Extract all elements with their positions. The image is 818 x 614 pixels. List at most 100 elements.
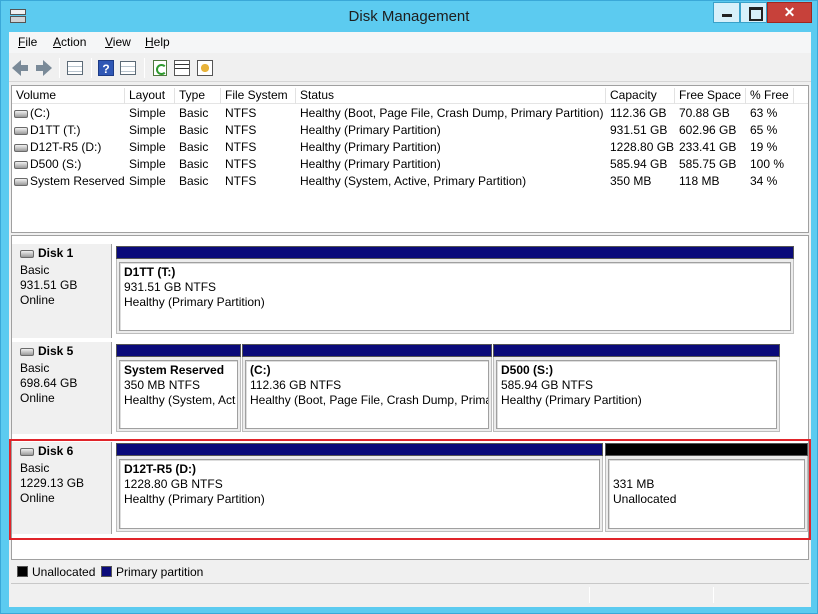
col-percent-free[interactable]: % Free [746, 88, 794, 104]
col-capacity[interactable]: Capacity [606, 88, 675, 104]
unallocated-label: Unallocated [613, 492, 677, 506]
title-bar[interactable]: Disk Management ✕ [1, 1, 817, 32]
hard-disk-icon [20, 250, 34, 258]
partition-size: 350 MB NTFS [124, 378, 201, 392]
primary-partition-bar [493, 344, 780, 357]
disk-status: Online [20, 491, 55, 505]
unallocated-swatch [17, 566, 28, 577]
volume-list[interactable]: Volume Layout Type File System Status Ca… [11, 85, 809, 233]
partition-status: Healthy (Primary Partition) [124, 295, 265, 309]
drive-icon [14, 144, 28, 152]
col-file-system[interactable]: File System [221, 88, 296, 104]
volume-list-header: Volume Layout Type File System Status Ca… [12, 86, 808, 104]
volume-cell-volume: D12T-R5 (D:) [30, 140, 102, 154]
disk-name: Disk 5 [38, 344, 74, 358]
disk-info[interactable]: Disk 5 Basic 698.64 GB Online [12, 342, 112, 434]
volume-cell-layout: Simple [129, 123, 166, 137]
volume-cell-layout: Simple [129, 157, 166, 171]
volume-cell-free-space: 118 MB [679, 174, 720, 188]
status-bar [11, 583, 809, 605]
partition-d12t-r5[interactable]: D12T-R5 (D:) 1228.80 GB NTFS Healthy (Pr… [116, 443, 603, 532]
disk-status: Online [20, 293, 55, 307]
volume-row[interactable]: (C:) Simple Basic NTFS Healthy (Boot, Page F… [12, 105, 808, 122]
help-icon[interactable]: ? [97, 59, 115, 77]
col-free-space[interactable]: Free Space [675, 88, 746, 104]
disk-type: Basic [20, 361, 50, 375]
window-title: Disk Management [348, 8, 470, 25]
minimize-button[interactable] [713, 2, 740, 23]
partition-label: (C:) [250, 363, 271, 377]
close-icon: ✕ [783, 4, 796, 20]
unallocated-space[interactable]: 331 MB Unallocated [605, 443, 808, 532]
primary-partition-bar [116, 443, 603, 456]
disk-type: Basic [20, 263, 50, 277]
volume-list-icon[interactable] [66, 59, 84, 77]
volume-cell-volume: (C:) [30, 106, 50, 120]
volume-cell-file-system: NTFS [225, 140, 257, 154]
properties-icon[interactable] [173, 59, 191, 77]
partition-c[interactable]: (C:) 112.36 GB NTFS Healthy (Boot, Page … [242, 344, 492, 432]
menu-view[interactable]: View [105, 35, 131, 49]
menu-bar: File Action View Help [9, 32, 811, 53]
volume-cell-free-space: 233.41 GB [679, 140, 737, 154]
volume-cell-capacity: 931.51 GB [610, 123, 668, 137]
disk-info[interactable]: Disk 6 Basic 1229.13 GB Online [12, 442, 112, 534]
close-button[interactable]: ✕ [767, 2, 812, 23]
partition-size: 1228.80 GB NTFS [124, 477, 223, 491]
volume-cell-status: Healthy (Primary Partition) [300, 140, 441, 154]
volume-cell--free: 100 % [750, 157, 785, 171]
col-status[interactable]: Status [296, 88, 606, 104]
col-volume[interactable]: Volume [12, 88, 125, 104]
partition-label: D500 (S:) [501, 363, 554, 377]
back-arrow-icon[interactable] [12, 59, 30, 77]
status-separator [713, 587, 714, 603]
volume-cell-status: Healthy (System, Active, Primary Partiti… [300, 174, 527, 188]
partition-d500[interactable]: D500 (S:) 585.94 GB NTFS Healthy (Primar… [493, 344, 780, 432]
drive-icon [14, 127, 28, 135]
volume-cell-volume: D500 (S:) [30, 157, 82, 171]
volume-cell-status: Healthy (Primary Partition) [300, 123, 441, 137]
volume-cell-free-space: 602.96 GB [679, 123, 737, 137]
disk-panel[interactable]: Disk 1 Basic 931.51 GB Online D1TT (T:) … [12, 244, 808, 338]
volume-row[interactable]: D12T-R5 (D:) Simple Basic NTFS Healthy (Prim… [12, 139, 808, 156]
disk-panel[interactable]: Disk 6 Basic 1229.13 GB Online D12T-R5 (… [12, 442, 808, 534]
volume-row[interactable]: D500 (S:) Simple Basic NTFS Healthy (Primary… [12, 156, 808, 173]
volume-cell--free: 63 % [750, 106, 778, 120]
forward-arrow-icon[interactable] [34, 59, 52, 77]
col-type[interactable]: Type [175, 88, 221, 104]
partition-label: D12T-R5 (D:) [124, 462, 197, 476]
volume-cell-capacity: 112.36 GB [610, 106, 667, 120]
volume-cell--free: 65 % [750, 123, 778, 137]
primary-partition-bar [116, 344, 241, 357]
partition-d1tt[interactable]: D1TT (T:) 931.51 GB NTFS Healthy (Primar… [116, 246, 794, 334]
volume-row[interactable]: System Reserved Simple Basic NTFS Healthy (S… [12, 173, 808, 190]
disk-panel[interactable]: Disk 5 Basic 698.64 GB Online System Res… [12, 342, 808, 434]
disk-list-icon[interactable] [119, 59, 137, 77]
menu-file[interactable]: File [18, 35, 37, 49]
primary-partition-bar [242, 344, 492, 357]
menu-action[interactable]: Action [53, 35, 86, 49]
drive-icon [14, 161, 28, 169]
partition-size: 931.51 GB NTFS [124, 280, 217, 294]
partition-status: Healthy (Boot, Page File, Crash Dump, Pr… [250, 393, 489, 407]
refresh-icon[interactable] [151, 59, 169, 77]
volume-cell-free-space: 70.88 GB [679, 106, 730, 120]
toolbar-separator [144, 58, 145, 78]
col-layout[interactable]: Layout [125, 88, 175, 104]
maximize-button[interactable] [740, 2, 767, 23]
volume-row[interactable]: D1TT (T:) Simple Basic NTFS Healthy (Primary… [12, 122, 808, 139]
disk-info[interactable]: Disk 1 Basic 931.51 GB Online [12, 244, 112, 338]
volume-cell-file-system: NTFS [225, 106, 257, 120]
volume-cell-layout: Simple [129, 140, 166, 154]
disk-status: Online [20, 391, 55, 405]
volume-cell-status: Healthy (Boot, Page File, Crash Dump, Pr… [300, 106, 604, 120]
settings-icon[interactable] [196, 59, 214, 77]
partition-system-reserved[interactable]: System Reserved 350 MB NTFS Healthy (Sys… [116, 344, 241, 432]
volume-cell-volume: D1TT (T:) [30, 123, 81, 137]
menu-help[interactable]: Help [145, 35, 170, 49]
volume-cell-file-system: NTFS [225, 157, 257, 171]
volume-cell-file-system: NTFS [225, 174, 257, 188]
disk-name: Disk 6 [38, 444, 74, 458]
volume-cell-file-system: NTFS [225, 123, 257, 137]
partition-label: D1TT (T:) [124, 265, 176, 279]
